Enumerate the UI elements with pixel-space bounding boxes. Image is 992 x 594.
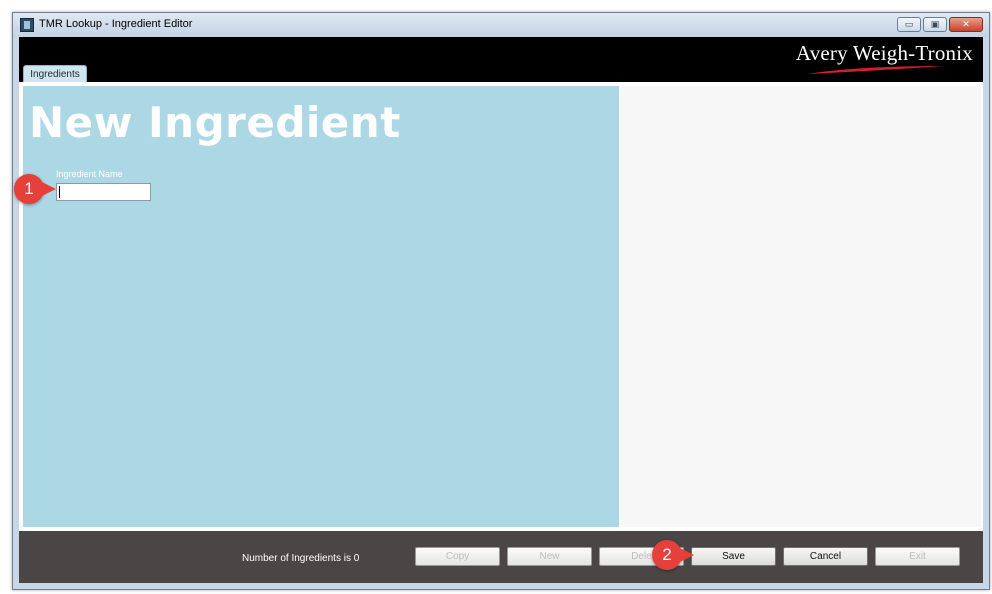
ingredient-count: Number of Ingredients is 0 bbox=[242, 553, 360, 564]
title-bar[interactable]: TMR Lookup - Ingredient Editor ▭ ▣ ✕ bbox=[13, 13, 989, 37]
text-caret bbox=[59, 186, 60, 198]
window-controls: ▭ ▣ ✕ bbox=[897, 17, 983, 32]
detail-panel bbox=[621, 86, 981, 527]
minimize-button[interactable]: ▭ bbox=[897, 17, 921, 32]
editor-panel: New Ingredient Ingredient Name bbox=[23, 86, 619, 527]
tab-ingredients[interactable]: Ingredients bbox=[23, 65, 87, 82]
company-logo: Avery Weigh-Tronix bbox=[795, 41, 973, 65]
ingredient-name-label: Ingredient Name bbox=[56, 169, 123, 179]
annotation-marker-1: 1 bbox=[14, 174, 56, 204]
ingredient-name-input[interactable] bbox=[56, 183, 151, 201]
cancel-button[interactable]: Cancel bbox=[783, 547, 868, 566]
client-area: Avery Weigh-Tronix Ingredients New Ingre… bbox=[19, 37, 983, 583]
maximize-button[interactable]: ▣ bbox=[923, 17, 947, 32]
new-button[interactable]: New bbox=[507, 547, 592, 566]
save-button[interactable]: Save bbox=[691, 547, 776, 566]
app-icon bbox=[20, 18, 34, 32]
main-content: New Ingredient Ingredient Name bbox=[19, 82, 983, 531]
page-title: New Ingredient bbox=[29, 98, 401, 147]
annotation-marker-2: 2 bbox=[652, 540, 694, 570]
footer-bar: Number of Ingredients is 0 Copy New Dele… bbox=[19, 531, 983, 583]
app-window: TMR Lookup - Ingredient Editor ▭ ▣ ✕ Ave… bbox=[12, 12, 990, 590]
copy-button[interactable]: Copy bbox=[415, 547, 500, 566]
window-title: TMR Lookup - Ingredient Editor bbox=[39, 18, 193, 30]
close-button[interactable]: ✕ bbox=[949, 17, 983, 32]
exit-button[interactable]: Exit bbox=[875, 547, 960, 566]
header-bar: Avery Weigh-Tronix Ingredients bbox=[19, 37, 983, 82]
logo-swoosh-icon bbox=[807, 66, 943, 74]
